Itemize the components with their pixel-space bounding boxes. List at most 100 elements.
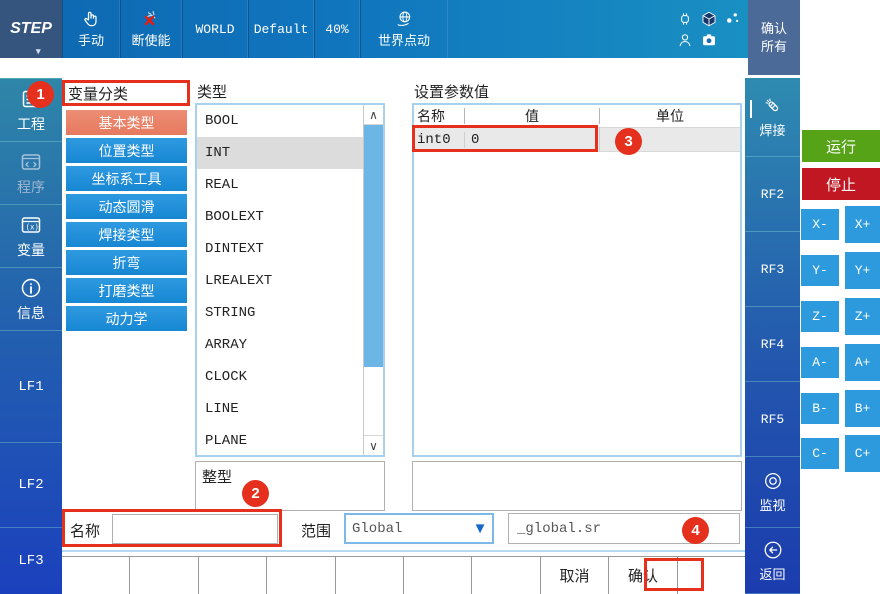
param-table-row[interactable]: int0 0 — [414, 127, 740, 152]
annotation-badge-4: 4 — [682, 517, 709, 544]
camera-icon — [700, 31, 718, 49]
scroll-down-icon[interactable]: ∨ — [364, 435, 383, 455]
category-label: 焊接类型 — [99, 225, 155, 245]
jog-b-minus-button[interactable]: B- — [801, 393, 839, 424]
program-icon — [19, 150, 43, 174]
type-item-string[interactable]: STRING — [197, 297, 363, 329]
column-header-value: 值 — [464, 108, 599, 124]
jog-y-plus-button[interactable]: Y+ — [845, 252, 880, 289]
mode-button[interactable]: 手动 — [62, 0, 120, 58]
param-name-cell[interactable]: int0 — [414, 132, 464, 148]
jog-mode-button[interactable]: 世界点动 — [360, 0, 448, 58]
sidebar-item-program[interactable]: 程序 — [0, 141, 62, 204]
enable-button[interactable]: 断使能 — [120, 0, 182, 58]
confirm-all-label: 确认所有 — [759, 20, 789, 55]
jog-x-plus-button[interactable]: X+ — [845, 206, 880, 243]
type-list-scrollbar[interactable]: ∧ ∨ — [363, 105, 383, 455]
teach-pendant-screen: STEP ▾ 手动 断使能 WORLD Default 40% — [0, 0, 880, 594]
function-key-cell[interactable] — [472, 557, 540, 594]
jog-z-minus-button[interactable]: Z- — [801, 301, 839, 332]
confirm-all-button[interactable]: 确认所有 — [748, 0, 800, 75]
type-item-array[interactable]: ARRAY — [197, 329, 363, 361]
type-item-dintext[interactable]: DINTEXT — [197, 233, 363, 265]
category-dynamics[interactable]: 动力学 — [66, 306, 187, 331]
jog-a-minus-button[interactable]: A- — [801, 347, 839, 378]
param-value-cell[interactable]: 0 — [464, 132, 599, 148]
coord-system-button[interactable]: WORLD — [182, 0, 248, 58]
chevron-down-icon[interactable]: ▼ — [468, 520, 492, 537]
type-description-text: 整型 — [202, 469, 232, 486]
dots-icon — [724, 10, 742, 28]
sidebar-item-info[interactable]: 信息 — [0, 267, 62, 330]
scope-field-label: 范围 — [301, 520, 331, 541]
function-key-lf1[interactable]: LF1 — [0, 330, 62, 442]
function-key-cell[interactable] — [130, 557, 198, 594]
function-key-rf5[interactable]: RF5 — [745, 382, 800, 457]
category-basic-types[interactable]: 基本类型 — [66, 110, 187, 135]
jog-b-plus-button[interactable]: B+ — [845, 390, 880, 427]
function-key-label: LF1 — [18, 379, 43, 395]
category-welding-types[interactable]: 焊接类型 — [66, 222, 187, 247]
active-indicator — [750, 100, 752, 118]
category-grinding-types[interactable]: 打磨类型 — [66, 278, 187, 303]
name-input[interactable] — [112, 514, 278, 544]
cube-icon — [700, 10, 718, 28]
category-bending[interactable]: 折弯 — [66, 250, 187, 275]
step-logo[interactable]: STEP ▾ — [0, 0, 62, 58]
left-sidebar: 工程 程序 (x) 变量 信息 LF1 LF2 LF3 — [0, 78, 62, 594]
function-key-cell[interactable] — [404, 557, 472, 594]
category-label: 动态圆滑 — [99, 197, 155, 217]
sidebar-item-variable[interactable]: (x) 变量 — [0, 204, 62, 267]
jog-x-minus-button[interactable]: X- — [801, 209, 839, 240]
param-table-header: 名称 值 单位 — [414, 105, 740, 127]
scrollbar-thumb[interactable] — [364, 125, 383, 367]
jog-a-plus-button[interactable]: A+ — [845, 344, 880, 381]
function-key-lf3[interactable]: LF3 — [0, 527, 62, 594]
category-dynamic-smooth[interactable]: 动态圆滑 — [66, 194, 187, 219]
function-key-rf4[interactable]: RF4 — [745, 307, 800, 382]
type-item-lrealext[interactable]: LREALEXT — [197, 265, 363, 297]
function-key-cell[interactable] — [62, 557, 130, 594]
scroll-up-icon[interactable]: ∧ — [364, 105, 383, 125]
topbar-spacer — [448, 0, 676, 58]
category-coord-tools[interactable]: 坐标系工具 — [66, 166, 187, 191]
function-key-label: RF5 — [761, 412, 784, 427]
enable-label: 断使能 — [131, 30, 170, 49]
function-key-cell[interactable] — [336, 557, 404, 594]
jog-y-minus-button[interactable]: Y- — [801, 255, 839, 286]
function-key-cell[interactable] — [678, 557, 745, 594]
type-item-real[interactable]: REAL — [197, 169, 363, 201]
scope-dropdown[interactable]: Global ▼ — [344, 513, 494, 544]
function-key-rf3[interactable]: RF3 — [745, 232, 800, 307]
disable-x-icon — [141, 9, 161, 29]
function-key-cell[interactable] — [267, 557, 335, 594]
run-button[interactable]: 运行 — [802, 130, 880, 162]
robot-joint-icon — [676, 10, 694, 28]
jog-z-plus-button[interactable]: Z+ — [845, 298, 880, 335]
sidebar-item-monitor[interactable]: 监视 — [745, 457, 800, 528]
type-item-int[interactable]: INT — [197, 137, 363, 169]
cancel-button[interactable]: 取消 — [541, 557, 609, 594]
type-item-line[interactable]: LINE — [197, 393, 363, 425]
function-key-lf2[interactable]: LF2 — [0, 442, 62, 527]
confirm-button[interactable]: 确认 — [609, 557, 677, 594]
function-key-rf2[interactable]: RF2 — [745, 157, 800, 232]
tool-button[interactable]: Default — [248, 0, 314, 58]
speed-button[interactable]: 40% — [314, 0, 360, 58]
stop-label: 停止 — [826, 174, 856, 195]
type-item-plane[interactable]: PLANE — [197, 425, 363, 457]
category-position-types[interactable]: 位置类型 — [66, 138, 187, 163]
sidebar-item-welding[interactable]: 焊接 — [745, 78, 800, 157]
stop-button[interactable]: 停止 — [802, 168, 880, 200]
svg-text:(x): (x) — [26, 222, 40, 231]
back-button[interactable]: 返回 — [745, 528, 800, 594]
type-item-boolext[interactable]: BOOLEXT — [197, 201, 363, 233]
jog-c-plus-button[interactable]: C+ — [845, 435, 880, 472]
type-item-bool[interactable]: BOOL — [197, 105, 363, 137]
torch-icon — [762, 95, 784, 117]
function-key-cell[interactable] — [199, 557, 267, 594]
jog-c-minus-button[interactable]: C- — [801, 438, 839, 469]
type-item-clock[interactable]: CLOCK — [197, 361, 363, 393]
param-panel-title: 设置参数值 — [414, 81, 489, 102]
param-table: 名称 值 单位 int0 0 — [412, 103, 742, 457]
